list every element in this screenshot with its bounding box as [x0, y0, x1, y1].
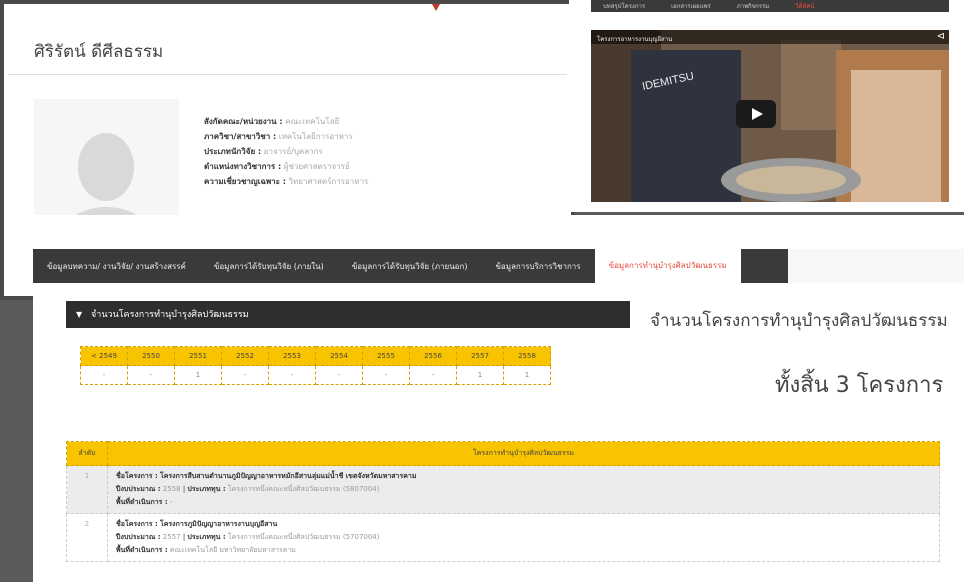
count-cell: - [268, 365, 316, 385]
year-cell: 2558 [503, 346, 551, 366]
table-row: 1 ชื่อโครงการ : โครงการสืบสานตำนานภูมิปั… [66, 465, 940, 514]
tab-bar-filler [788, 249, 964, 283]
year-count-table: < 2549 2550 2551 2552 2553 2554 2555 255… [80, 346, 551, 385]
count-cell: 1 [456, 365, 504, 385]
info-row: ความเชี่ยวชาญเฉพาะ : วิทยาศาสตร์การอาหาร [204, 177, 369, 186]
info-row: ตำแหน่งทางวิชาการ : ผู้ช่วยศาสตราจารย์ [204, 162, 350, 171]
row-details: ชื่อโครงการ : โครงการสืบสานตำนานภูมิปัญญ… [107, 465, 940, 514]
count-cell: - [221, 365, 269, 385]
project-name-line: ชื่อโครงการ : โครงการสืบสานตำนานภูมิปัญญ… [116, 472, 417, 480]
summary-title: จำนวนโครงการทำนุบำรุงศิลปวัฒนธรรม [650, 311, 948, 331]
tab-academic-services[interactable]: ข้อมูลการบริการวิชาการ [481, 260, 594, 273]
video-title[interactable]: โครงการอาหารงานบุญอีสาน [597, 36, 672, 43]
nav-item-video[interactable]: วิดีทัศน์ [795, 1, 814, 11]
nav-item-summary[interactable]: บทสรุปโครงการ [603, 1, 645, 11]
video-player[interactable]: IDEMITSU โครงการอาหารงานบุญอีสาน ⊲ [591, 30, 949, 202]
year-cell: 2553 [268, 346, 316, 366]
row-details: ชื่อโครงการ : โครงการภูมิปัญญาอาหารงานบุ… [107, 513, 940, 562]
profile-name: ศิริรัตน์ ดีศีลธรรม [34, 42, 164, 62]
year-cell: 2556 [409, 346, 457, 366]
chevron-down-icon: ▼ [76, 310, 83, 319]
year-count-row: - - 1 - - - - - 1 1 [80, 365, 551, 385]
nav-item-documents[interactable]: เอกสารเผยแพร่ [671, 1, 711, 11]
tab-culture[interactable]: ข้อมูลการทำนุบำรุงศิลปวัฒนธรรม [594, 249, 741, 283]
year-cell: 2550 [127, 346, 175, 366]
year-cell: 2554 [315, 346, 363, 366]
year-header-row: < 2549 2550 2551 2552 2553 2554 2555 255… [80, 346, 551, 366]
col-title-header: โครงการทำนุบำรุงศิลปวัฒนธรรม [107, 441, 940, 466]
project-year-line: ปีงบประมาณ : 2558 | ประเภททุน : โครงการห… [116, 485, 380, 493]
info-row: สังกัดคณะ/หน่วยงาน : คณะเทคโนโลยี [204, 117, 340, 126]
row-number: 1 [66, 465, 108, 514]
play-button[interactable] [736, 100, 776, 128]
top-nav: บทสรุปโครงการ เอกสารเผยแพร่ ภาพกิจกรรม ว… [591, 0, 949, 12]
count-cell: 1 [174, 365, 222, 385]
year-cell: 2557 [456, 346, 504, 366]
nav-item-gallery[interactable]: ภาพกิจกรรม [737, 1, 769, 11]
summary-count: ทั้งสิ้น 3 โครงการ [775, 373, 944, 398]
accordion-header[interactable]: ▼ จำนวนโครงการทำนุบำรุงศิลปวัฒนธรรม [66, 301, 630, 328]
count-cell: - [362, 365, 410, 385]
profile-info: สังกัดคณะ/หน่วยงาน : คณะเทคโนโลยี ภาควิช… [204, 114, 368, 189]
project-name-line: ชื่อโครงการ : โครงการภูมิปัญญาอาหารงานบุ… [116, 520, 278, 528]
project-area-line: พื้นที่ดำเนินการ : คณะเทคโนโลยี มหาวิทยา… [116, 546, 296, 554]
year-cell: 2551 [174, 346, 222, 366]
col-no-header: ลำดับ [66, 441, 108, 466]
row-number: 2 [66, 513, 108, 562]
table-header-row: ลำดับ โครงการทำนุบำรุงศิลปวัฒนธรรม [66, 441, 940, 466]
year-cell: 2555 [362, 346, 410, 366]
project-area-line: พื้นที่ดำเนินการ : - [116, 498, 173, 506]
count-cell: - [315, 365, 363, 385]
main-panel: ข้อมูลบทความ/ งานวิจัย/ งานสร้างสรรค์ ข้… [33, 215, 964, 582]
info-row: ประเภทนักวิจัย : อาจารย์/บุคลากร [204, 147, 323, 156]
marker-arrow-icon [432, 4, 440, 11]
accordion-title: จำนวนโครงการทำนุบำรุงศิลปวัฒนธรรม [91, 310, 249, 320]
table-row: 2 ชื่อโครงการ : โครงการภูมิปัญญาอาหารงาน… [66, 513, 940, 562]
tab-articles[interactable]: ข้อมูลบทความ/ งานวิจัย/ งานสร้างสรรค์ [33, 260, 200, 273]
projects-table: ลำดับ โครงการทำนุบำรุงศิลปวัฒนธรรม 1 ชื่… [66, 441, 940, 562]
count-cell: - [409, 365, 457, 385]
tab-external-grants[interactable]: ข้อมูลการได้รับทุนวิจัย (ภายนอก) [338, 260, 482, 273]
count-cell: - [127, 365, 175, 385]
share-icon[interactable]: ⊲ [937, 31, 945, 42]
info-row: ภาควิชา/สาขาวิชา : เทคโนโลยีการอาหาร [204, 132, 353, 141]
video-title-bar: โครงการอาหารงานบุญอีสาน ⊲ [591, 30, 949, 44]
tab-internal-grants[interactable]: ข้อมูลการได้รับทุนวิจัย (ภายใน) [200, 260, 338, 273]
tab-bar: ข้อมูลบทความ/ งานวิจัย/ งานสร้างสรรค์ ข้… [33, 249, 788, 283]
count-cell: - [80, 365, 128, 385]
divider [8, 74, 567, 75]
year-cell: 2552 [221, 346, 269, 366]
year-cell: < 2549 [80, 346, 128, 366]
project-year-line: ปีงบประมาณ : 2557 | ประเภททุน : โครงการห… [116, 533, 380, 541]
count-cell: 1 [503, 365, 551, 385]
video-panel: บทสรุปโครงการ เอกสารเผยแพร่ ภาพกิจกรรม ว… [569, 0, 964, 212]
